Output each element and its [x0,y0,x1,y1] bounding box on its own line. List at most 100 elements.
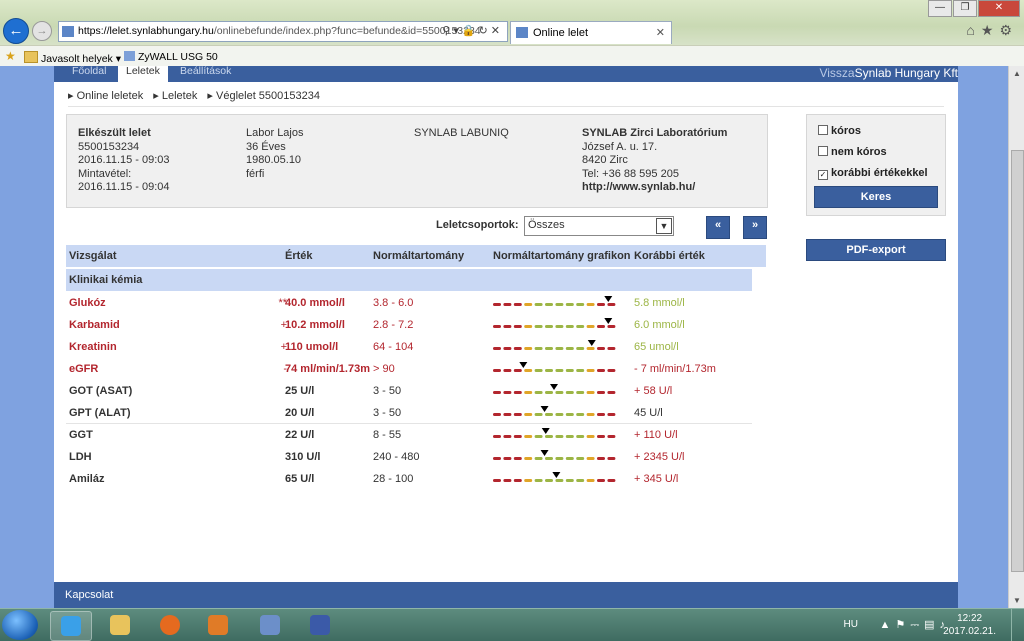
table-row[interactable]: GOT (ASAT) 25 U/l 3 - 50 + 58 U/l [66,380,752,401]
address-tools-icons[interactable]: ⚲▾🔒↻✕ [442,24,503,37]
taskbar-app-save[interactable] [300,611,340,639]
breadcrumb-online-results[interactable]: ▸ Online leletek [68,90,143,102]
tray-icons[interactable]: ▲⚑⎓▤♪ [880,618,950,632]
test-name[interactable]: eGFR [69,363,98,375]
table-row[interactable]: LDH 310 U/l 240 - 480 + 2345 U/l [66,446,752,467]
filter-abnormal[interactable]: kóros [818,125,861,137]
table-row[interactable]: eGFR -74 ml/min/1.73m > 90 - 7 ml/min/1.73m [66,358,752,379]
range-segment [607,303,616,306]
checkbox-previous-values[interactable]: ✓ [818,170,828,180]
scroll-thumb[interactable] [1011,150,1024,572]
chevron-up-icon[interactable]: ▲ [880,619,896,631]
range-segment [503,413,512,416]
flag-icon[interactable]: ⚑ [895,619,910,631]
taskbar-media[interactable] [198,611,238,639]
taskbar-ie[interactable] [50,611,92,641]
url-text[interactable]: https://lelet.synlabhungary.hu/onlinebef… [78,25,481,37]
result-value: 65 U/l [285,473,315,485]
range-segment [503,479,512,482]
table-row[interactable]: Glukóz ** 40.0 mmol/l 3.8 - 6.0 5.8 mmol/l [66,292,752,313]
browser-chrome: ← → https://lelet.synlabhungary.hu/onlin… [0,0,1024,67]
test-name[interactable]: Glukóz [69,297,106,309]
test-name[interactable]: LDH [69,451,92,463]
home-icon[interactable]: ⌂ [966,22,980,38]
browser-tab[interactable]: Online lelet ✕ [510,21,672,44]
company-link[interactable]: VisszaSynlab Hungary Kft [819,66,958,80]
range-segment [534,347,543,350]
checkbox-abnormal[interactable] [818,125,828,135]
test-name[interactable]: GOT (ASAT) [69,385,132,397]
previous-value: + 345 U/l [634,473,679,485]
chevron-down-icon[interactable]: ▼ [656,218,672,234]
result-value: 20 U/l [285,407,315,419]
range-segment [555,479,564,482]
power-icon[interactable]: ⎓ [910,619,924,631]
tab-results[interactable]: Leletek [118,66,168,82]
table-row[interactable]: Amiláz 65 U/l 28 - 100 + 345 U/l [66,468,752,489]
network-icon[interactable]: ▤ [924,619,939,631]
minimize-icon[interactable]: — [928,0,952,17]
close-tab-icon[interactable]: ✕ [656,26,665,39]
taskbar-app-network[interactable] [250,611,290,639]
lab-website-link[interactable]: http://www.synlab.hu/ [582,181,695,193]
tab-settings[interactable]: Beállítások [172,66,239,82]
favorites-star-icon[interactable]: ★ [981,22,1000,38]
tab-home[interactable]: Főoldal [64,66,114,82]
filter-panel: kóros nem kóros ✓ korábbi értékekkel Kere… [806,114,946,216]
range-graph [493,340,617,352]
main-content: ▸ Online leletek ▸ Leletek ▸ Véglelet 55… [54,82,958,582]
taskbar-firefox[interactable] [150,611,190,639]
range-segment [493,347,501,350]
previous-value: + 58 U/l [634,385,673,397]
favorite-link-suggested[interactable]: Javasolt helyek ▾ [24,51,121,65]
test-name[interactable]: Amiláz [69,473,104,485]
test-name[interactable]: GGT [69,429,93,441]
test-name[interactable]: Kreatinin [69,341,117,353]
clock[interactable]: 12:22 2017.02.21. [943,612,996,638]
range-segment [555,369,564,372]
taskbar-explorer[interactable] [100,611,140,639]
table-row[interactable]: Karbamid +10.2 mmol/l 2.8 - 7.2 6.0 mmol/l [66,314,752,335]
scroll-down-icon[interactable]: ▼ [1013,596,1021,605]
address-bar[interactable]: https://lelet.synlabhungary.hu/onlinebef… [58,21,508,42]
range-segment [565,457,574,460]
breadcrumb: ▸ Online leletek ▸ Leletek ▸ Véglelet 55… [68,89,327,102]
tab-title: Online lelet [533,27,589,39]
favorites-star-icon[interactable]: ★ [5,49,16,63]
group-header: Klinikai kémia [66,269,752,291]
group-select[interactable]: Összes ▼ [524,216,674,236]
table-row[interactable]: GPT (ALAT) 20 U/l 3 - 50 45 U/l [66,402,752,423]
breadcrumb-final-report: ▸ Véglelet 5500153234 [207,90,320,102]
filter-normal[interactable]: nem kóros [818,146,887,158]
range-segment [555,457,564,460]
breadcrumb-results[interactable]: ▸ Leletek [153,90,197,102]
contact-link[interactable]: Kapcsolat [65,589,113,601]
next-page-button[interactable]: » [743,216,767,239]
range-segment [555,303,564,306]
show-desktop-button[interactable] [1011,609,1024,641]
test-name[interactable]: Karbamid [69,319,120,331]
language-indicator[interactable]: HU [844,619,858,630]
checkbox-normal[interactable] [818,146,828,156]
maximize-icon[interactable]: ❐ [953,0,977,17]
start-button[interactable] [2,610,38,640]
range-segment [513,325,522,328]
range-segment [607,391,616,394]
pdf-export-button[interactable]: PDF-export [806,239,946,261]
table-row[interactable]: GGT 22 U/l 8 - 55 + 110 U/l [66,424,752,445]
test-name[interactable]: GPT (ALAT) [69,407,131,419]
range-segment [597,479,605,482]
group-select-label: Leletcsoportok: [436,219,519,231]
previous-page-button[interactable]: « [706,216,730,239]
forward-arrow-icon[interactable]: → [32,21,52,41]
filter-previous-values[interactable]: ✓ korábbi értékekkel [818,167,928,180]
back-arrow-icon[interactable]: ← [3,18,29,44]
gear-icon[interactable]: ⚙ [999,22,1018,38]
scrollbar[interactable]: ▲ ▼ [1008,66,1024,608]
search-button[interactable]: Keres [814,186,938,208]
table-row[interactable]: Kreatinin +110 umol/l 64 - 104 65 umol/l [66,336,752,357]
close-window-icon[interactable]: ✕ [978,0,1020,17]
favorite-link-zywall[interactable]: ZyWALL USG 50 [124,51,218,63]
scroll-up-icon[interactable]: ▲ [1013,69,1021,78]
range-segment [534,457,543,460]
